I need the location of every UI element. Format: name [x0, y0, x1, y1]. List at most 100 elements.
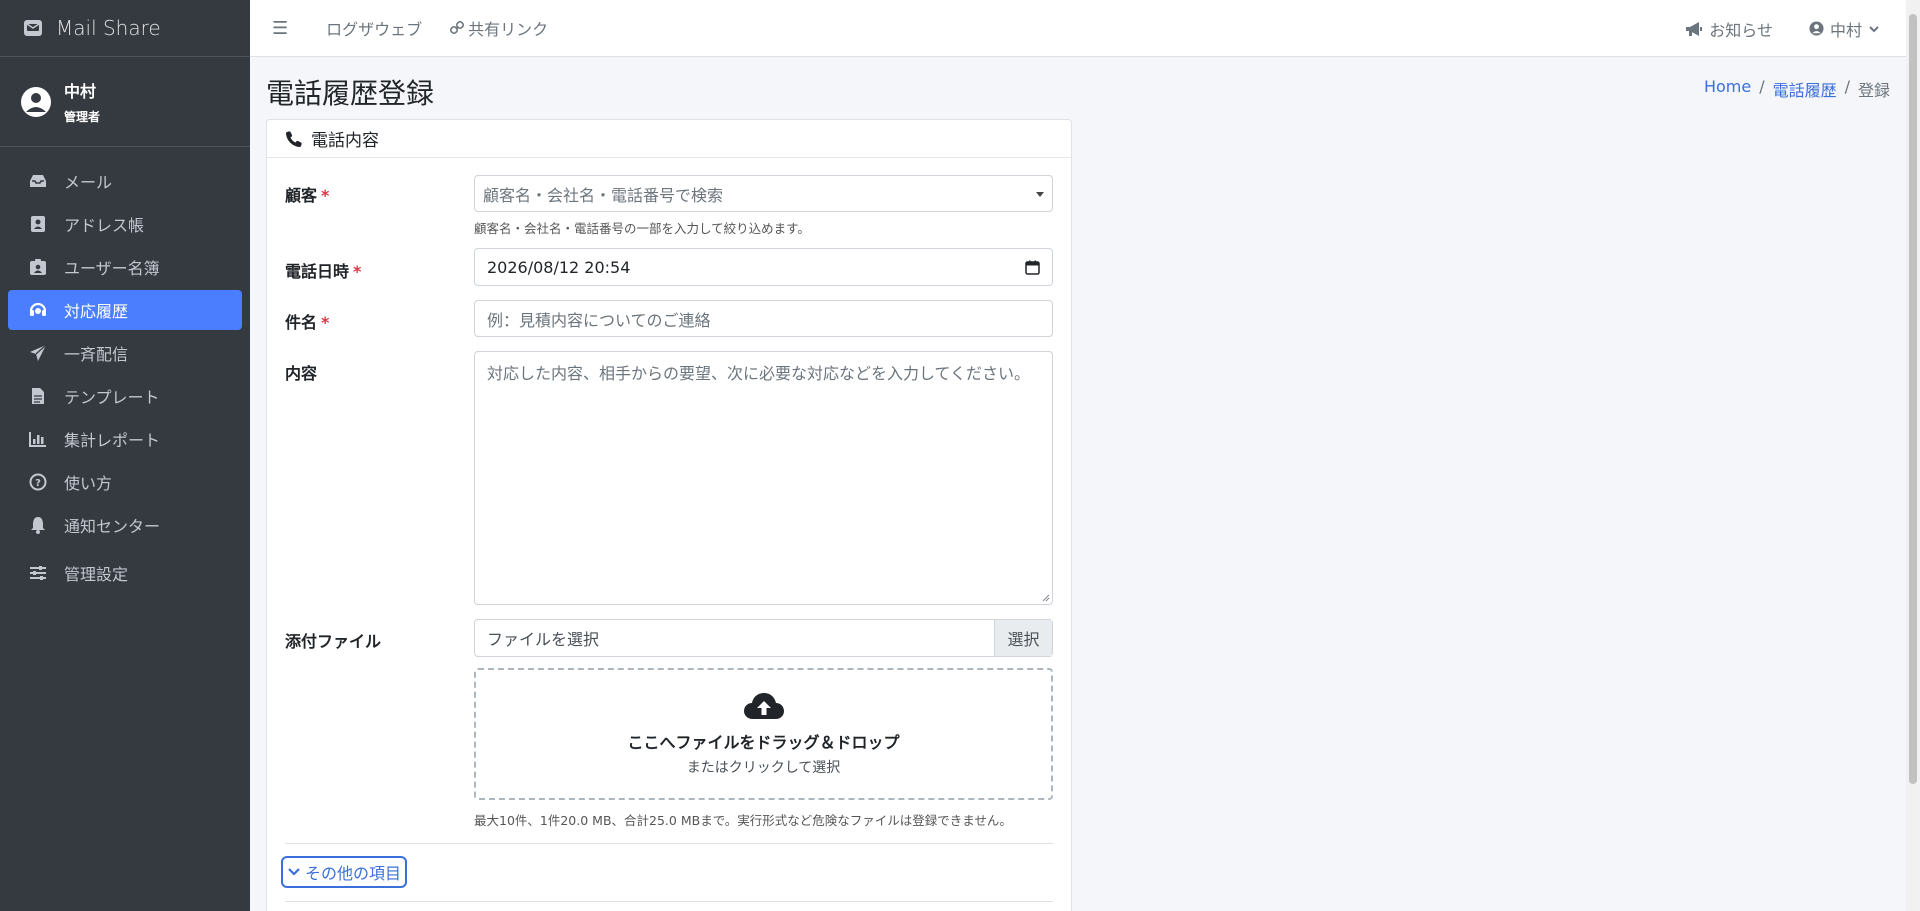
datetime-value: 2026/08/12 20:54	[487, 257, 631, 277]
sidebar-item-admin-settings[interactable]: 管理設定	[8, 553, 242, 593]
required-mark: *	[321, 186, 330, 205]
datetime-input[interactable]: 2026/08/12 20:54	[474, 248, 1053, 286]
sidebar-nav: メール アドレス帳 ユーザー名簿 対応履歴 一斉配信 テンプレート 集計レポート…	[8, 161, 242, 596]
sidebar-item-label: ユーザー名簿	[64, 259, 160, 278]
sidebar-item-template[interactable]: テンプレート	[8, 376, 242, 416]
scrollbar-thumb[interactable]	[1909, 14, 1917, 784]
sidebar-item-notifications[interactable]: 通知センター	[8, 505, 242, 545]
more-fields-toggle[interactable]: その他の項目	[281, 856, 408, 888]
required-mark: *	[353, 262, 362, 281]
bell-icon	[28, 515, 48, 535]
id-badge-icon	[28, 257, 48, 277]
user-role: 管理者	[64, 110, 101, 124]
notices-label: お知らせ	[1709, 20, 1773, 40]
address-book-icon	[28, 214, 48, 234]
scrollbar[interactable]	[1906, 0, 1920, 911]
brand[interactable]: Mail Share	[0, 0, 250, 57]
card-header: 電話内容	[267, 120, 1071, 158]
more-fields-label: その他の項目	[305, 864, 402, 883]
sidebar-item-history[interactable]: 対応履歴	[8, 290, 242, 330]
subject-label: 件名 *	[285, 309, 329, 333]
divider	[285, 901, 1053, 902]
user-menu-label: 中村	[1829, 20, 1862, 40]
sidebar-item-help[interactable]: ? 使い方	[8, 462, 242, 502]
question-circle-icon: ?	[28, 472, 48, 492]
customer-select-placeholder: 顧客名・会社名・電話番号で検索	[483, 185, 724, 205]
sidebar-item-user-list[interactable]: ユーザー名簿	[8, 247, 242, 287]
sidebar-item-label: 管理設定	[64, 565, 129, 584]
datetime-label: 電話日時 *	[285, 258, 361, 282]
subject-placeholder: 例：見積内容についてのご連絡	[487, 310, 711, 330]
logout-link[interactable]: ログザウェブ	[326, 16, 422, 40]
phone-icon	[286, 130, 302, 147]
share-link-label: 共有リンク	[468, 20, 549, 39]
sidebar-item-label: テンプレート	[64, 388, 160, 407]
sidebar-item-mail[interactable]: メール	[8, 161, 242, 201]
breadcrumb-separator: /	[1759, 77, 1765, 96]
caret-down-icon	[1036, 192, 1044, 197]
content-label: 内容	[285, 364, 318, 383]
content-textarea[interactable]: 対応した内容、相手からの要望、次に必要な対応などを入力してください。	[474, 351, 1053, 605]
sidebar-item-label: メール	[64, 173, 113, 192]
sidebar-item-label: 集計レポート	[64, 431, 161, 450]
datetime-label-text: 電話日時	[285, 262, 350, 281]
subject-input[interactable]: 例：見積内容についてのご連絡	[474, 300, 1053, 337]
attachment-label: 添付ファイル	[285, 632, 382, 651]
file-dropzone[interactable]: ここへファイルをドラッグ＆ドロップ またはクリックして選択	[474, 668, 1053, 800]
envelope-box-icon	[24, 20, 42, 36]
breadcrumb-separator: /	[1844, 77, 1850, 96]
chevron-down-icon	[1869, 25, 1879, 32]
attachment-help: 最大10件、1件20.0 MB、合計25.0 MBまで。実行形式など危険なファイ…	[474, 813, 1012, 828]
customer-label-text: 顧客	[285, 186, 318, 205]
user-circle-icon	[21, 86, 51, 117]
customer-label: 顧客 *	[285, 182, 329, 206]
breadcrumb-parent[interactable]: 電話履歴	[1773, 77, 1837, 101]
required-mark: *	[321, 313, 330, 332]
sidebar-item-label: 使い方	[64, 474, 113, 493]
form-card: 電話内容 顧客 * 顧客名・会社名・電話番号で検索 顧客名・会社名・電話番号の一部…	[266, 119, 1072, 911]
resize-handle-icon[interactable]	[1042, 594, 1050, 602]
sidebar-item-label: 通知センター	[64, 517, 161, 536]
chevron-down-icon	[288, 868, 300, 876]
user-name: 中村	[64, 82, 97, 101]
user-circle-icon	[1809, 21, 1824, 36]
file-input[interactable]: ファイルを選択 選択	[474, 619, 1053, 657]
paper-plane-icon	[28, 343, 48, 363]
inbox-icon	[28, 171, 48, 191]
user-menu[interactable]: 中村	[1809, 17, 1880, 41]
breadcrumb-home[interactable]: Home	[1704, 77, 1751, 101]
file-input-placeholder: ファイルを選択	[487, 630, 600, 649]
sidebar-item-label: 対応履歴	[64, 302, 129, 321]
page-title: 電話履歴登録	[266, 77, 435, 110]
sliders-icon	[28, 563, 48, 583]
card-title: 電話内容	[311, 131, 379, 151]
file-select-button[interactable]: 選択	[994, 620, 1052, 656]
customer-help: 顧客名・会社名・電話番号の一部を入力して絞り込めます。	[474, 221, 810, 236]
notices-link[interactable]: お知らせ	[1685, 17, 1773, 41]
topbar: ☰ ログザウェブ 共有リンク お知らせ 中村	[250, 0, 1920, 57]
dropzone-title: ここへファイルをドラッグ＆ドロップ	[627, 733, 900, 752]
menu-toggle-icon[interactable]: ☰	[272, 18, 288, 39]
sidebar-item-label: アドレス帳	[64, 216, 145, 235]
brand-text: Mail Share	[56, 16, 161, 40]
sidebar-item-report[interactable]: 集計レポート	[8, 419, 242, 459]
user-panel[interactable]: 中村 管理者	[0, 57, 250, 147]
link-icon	[450, 21, 465, 35]
breadcrumb: Home / 電話履歴 / 登録	[1704, 77, 1890, 101]
sidebar: Mail Share 中村 管理者 メール アドレス帳 ユーザー名簿 対応履歴	[0, 0, 250, 911]
svg-text:?: ?	[35, 478, 41, 489]
chart-icon	[28, 429, 48, 449]
share-link[interactable]: 共有リンク	[450, 16, 548, 40]
calendar-icon[interactable]	[1025, 260, 1040, 275]
bullhorn-icon	[1686, 21, 1703, 36]
sidebar-item-address-book[interactable]: アドレス帳	[8, 204, 242, 244]
cloud-upload-icon	[743, 693, 784, 719]
dropzone-subtitle: またはクリックして選択	[686, 760, 841, 776]
sidebar-item-broadcast[interactable]: 一斉配信	[8, 333, 242, 373]
headset-icon	[28, 300, 48, 320]
file-icon	[28, 386, 48, 406]
customer-select[interactable]: 顧客名・会社名・電話番号で検索	[474, 175, 1053, 212]
subject-label-text: 件名	[285, 313, 318, 332]
breadcrumb-current: 登録	[1857, 81, 1890, 100]
sidebar-item-label: 一斉配信	[64, 345, 129, 364]
